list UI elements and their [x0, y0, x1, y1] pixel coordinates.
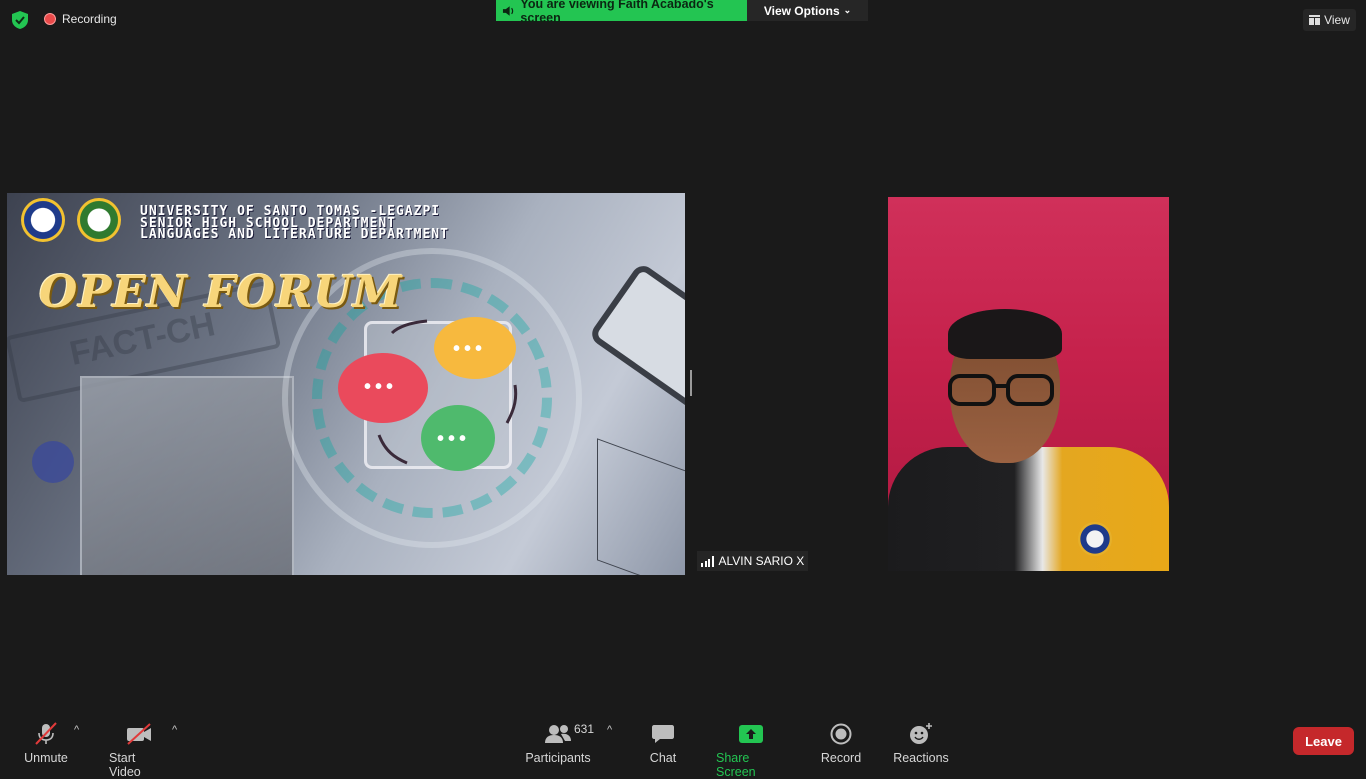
decorative-circle	[32, 441, 74, 483]
speaker-icon	[502, 5, 514, 16]
tiger-image	[80, 376, 294, 575]
reactions-label: Reactions	[893, 751, 949, 765]
record-label: Record	[820, 751, 862, 765]
start-video-label: Start Video	[109, 751, 141, 779]
record-button[interactable]: Record	[820, 722, 862, 765]
unmute-label: Unmute	[24, 751, 68, 765]
participants-options-caret-icon[interactable]: ^	[607, 724, 612, 736]
start-video-button[interactable]: Start Video	[109, 722, 169, 779]
shared-screen[interactable]: FACT-CH ••• ••• ••• UNIVERSITY OF SANTO …	[7, 193, 685, 575]
muted-microphone-icon	[35, 722, 57, 745]
unmute-button[interactable]: Unmute	[24, 722, 68, 765]
viewing-banner-text: You are viewing Faith Acabado's screen	[520, 0, 714, 25]
participants-label: Participants	[525, 751, 591, 765]
participant-video-tile[interactable]	[888, 197, 1169, 571]
reactions-smiley-icon	[910, 723, 932, 744]
view-options-label: View Options	[763, 3, 840, 18]
meeting-toolbar: Unmute ^ Start Video ^ Participants 631 …	[0, 708, 1366, 779]
ust-legazpi-logo	[21, 198, 65, 242]
audio-options-caret-icon[interactable]: ^	[74, 724, 79, 736]
signal-strength-icon	[701, 555, 714, 567]
chat-bubble-icon	[652, 725, 674, 743]
recording-dot-icon	[44, 13, 56, 25]
chevron-down-icon: ⌄	[843, 5, 852, 15]
participant-name-label: ALVIN SARIO X	[697, 551, 808, 571]
video-off-icon	[127, 723, 151, 745]
participant-shirt	[888, 447, 1169, 571]
reactions-button[interactable]: Reactions	[893, 722, 949, 765]
share-screen-button[interactable]: Share Screen	[716, 722, 786, 779]
shs-department-logo	[77, 198, 121, 242]
laptop-image	[597, 438, 685, 575]
recording-indicator[interactable]: Recording	[44, 12, 117, 26]
open-forum-title: OPEN FORUM	[39, 267, 403, 318]
record-icon	[830, 723, 852, 745]
participant-hair	[948, 309, 1062, 359]
split-view-drag-handle[interactable]	[690, 370, 692, 396]
share-screen-icon	[739, 725, 763, 743]
participant-name: ALVIN SARIO X	[718, 554, 805, 568]
glasses-icon	[948, 374, 1054, 406]
cycle-arrows-icon	[377, 319, 518, 465]
chat-button[interactable]: Chat	[648, 722, 678, 765]
shirt-badge-logo	[1078, 522, 1112, 556]
top-bar: Recording You are viewing Faith Acabado'…	[0, 0, 1366, 40]
phone-image	[587, 261, 685, 413]
recording-label: Recording	[62, 12, 117, 26]
security-shield-icon[interactable]	[10, 10, 30, 30]
university-header: UNIVERSITY OF SANTO TOMAS -LEGAZPI SENIO…	[140, 205, 449, 242]
grid-view-icon	[1309, 15, 1321, 25]
view-button[interactable]: View	[1303, 9, 1356, 31]
leave-button[interactable]: Leave	[1293, 727, 1354, 755]
video-options-caret-icon[interactable]: ^	[172, 724, 177, 736]
view-label: View	[1324, 13, 1350, 27]
header-line-languages: LANGUAGES AND LITERATURE DEPARTMENT	[140, 227, 449, 242]
share-screen-label: Share Screen	[716, 751, 756, 779]
view-options-button[interactable]: View Options ⌄	[747, 0, 868, 21]
chat-label: Chat	[649, 751, 677, 765]
participants-count: 631	[574, 722, 595, 736]
viewing-banner: You are viewing Faith Acabado's screen	[496, 0, 747, 25]
participants-icon	[545, 725, 571, 743]
